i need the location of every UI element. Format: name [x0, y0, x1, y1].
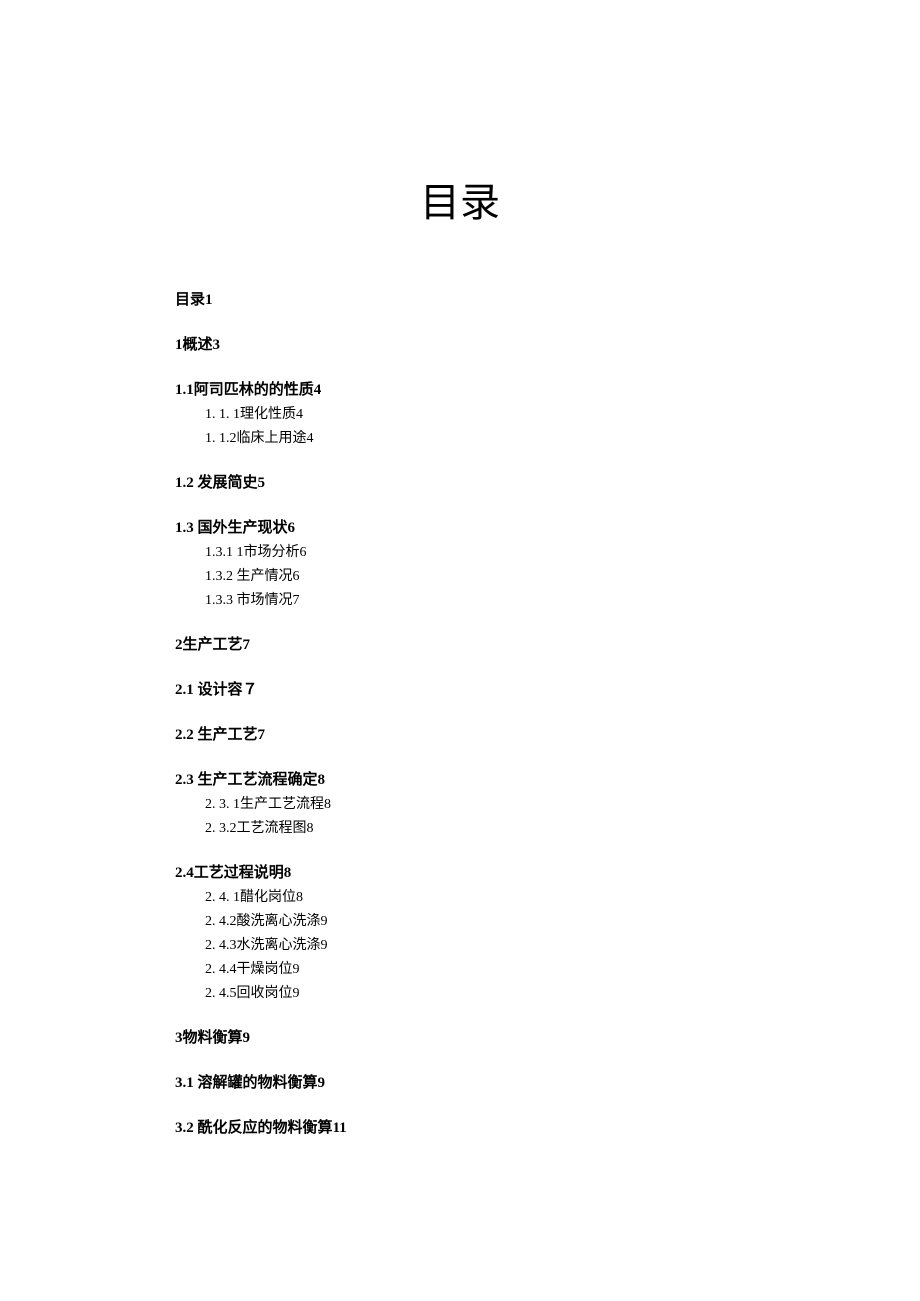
- toc-subentry: 2. 4. 1醋化岗位8: [205, 886, 745, 906]
- toc-entry: 2.3 生产工艺流程确定8: [175, 768, 745, 789]
- toc-entry: 3物料衡算9: [175, 1026, 745, 1047]
- toc-entry: 2.2 生产工艺7: [175, 723, 745, 744]
- toc-entry: 2.1 设计容７: [175, 678, 745, 699]
- toc-entry: 2.4工艺过程说明8: [175, 861, 745, 882]
- toc-subentry: 1.3.1 1市场分析6: [205, 541, 745, 561]
- toc-subentry: 1. 1. 1理化性质4: [205, 403, 745, 423]
- toc-subentry: 2. 4.4干燥岗位9: [205, 958, 745, 978]
- toc-subentry: 1.3.2 生产情况6: [205, 565, 745, 585]
- toc-subentry: 1.3.3 市场情况7: [205, 589, 745, 609]
- toc-entry: 2生产工艺7: [175, 633, 745, 654]
- page-title: 目录: [175, 170, 745, 228]
- toc-subentry: 2. 3. 1生产工艺流程8: [205, 793, 745, 813]
- toc-subentry: 2. 4.2酸洗离心洗涤9: [205, 910, 745, 930]
- toc-entry: 1概述3: [175, 333, 745, 354]
- toc-entry: 3.2 酰化反应的物料衡算11: [175, 1116, 745, 1137]
- toc-subentry: 2. 4.3水洗离心洗涤9: [205, 934, 745, 954]
- toc-entry: 1.3 国外生产现状6: [175, 516, 745, 537]
- toc-entry: 1.1阿司匹林的的性质4: [175, 378, 745, 399]
- document-page: 目录 目录1 1概述3 1.1阿司匹林的的性质4 1. 1. 1理化性质4 1.…: [0, 0, 920, 1241]
- toc-entry: 1.2 发展简史5: [175, 471, 745, 492]
- toc-entry: 目录1: [175, 288, 745, 309]
- toc-entry: 3.1 溶解罐的物料衡算9: [175, 1071, 745, 1092]
- toc-subentry: 1. 1.2临床上用途4: [205, 427, 745, 447]
- toc-subentry: 2. 3.2工艺流程图8: [205, 817, 745, 837]
- toc-subentry: 2. 4.5回收岗位9: [205, 982, 745, 1002]
